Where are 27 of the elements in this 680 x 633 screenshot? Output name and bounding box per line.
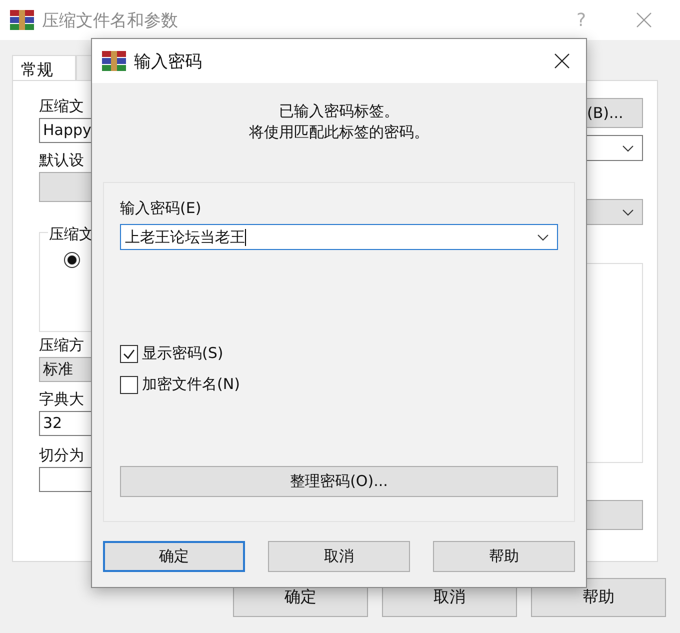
checkbox[interactable]: [120, 376, 138, 394]
chevron-down-icon: [537, 234, 549, 240]
books-icon: [10, 10, 34, 30]
window-title: 压缩文件名和参数: [42, 10, 178, 32]
chevron-down-icon: [622, 208, 634, 216]
field-label: 压缩文: [39, 97, 85, 115]
dialog-title: 输入密码: [134, 50, 202, 72]
field-label: 默认设: [39, 151, 85, 169]
checkbox-option[interactable]: 显示密码(S): [120, 344, 224, 363]
field-label: 输入密码(E): [120, 199, 202, 218]
dialog-button[interactable]: 帮助: [433, 541, 575, 572]
chevron-down-icon: [622, 144, 634, 152]
message-text: 将使用匹配此标签的密码。: [249, 122, 429, 143]
message-text: 已输入密码标签。: [279, 101, 399, 122]
dialog-button[interactable]: 取消: [268, 541, 410, 572]
password-field[interactable]: 上老王论坛当老王: [120, 224, 558, 250]
close-icon[interactable]: [554, 53, 570, 69]
radio-button[interactable]: [64, 252, 80, 268]
checkbox-option[interactable]: 加密文件名(N): [120, 375, 240, 394]
field-label: 切分为: [39, 446, 85, 464]
checkbox[interactable]: [120, 344, 138, 362]
field-label: 压缩方: [39, 336, 85, 354]
dialog-button[interactable]: 确定: [103, 541, 245, 572]
field-label: 字典大: [39, 390, 85, 408]
books-icon: [102, 51, 126, 71]
organize-passwords-button[interactable]: 整理密码(O)...: [120, 466, 558, 497]
tab[interactable]: 常规: [12, 55, 76, 80]
